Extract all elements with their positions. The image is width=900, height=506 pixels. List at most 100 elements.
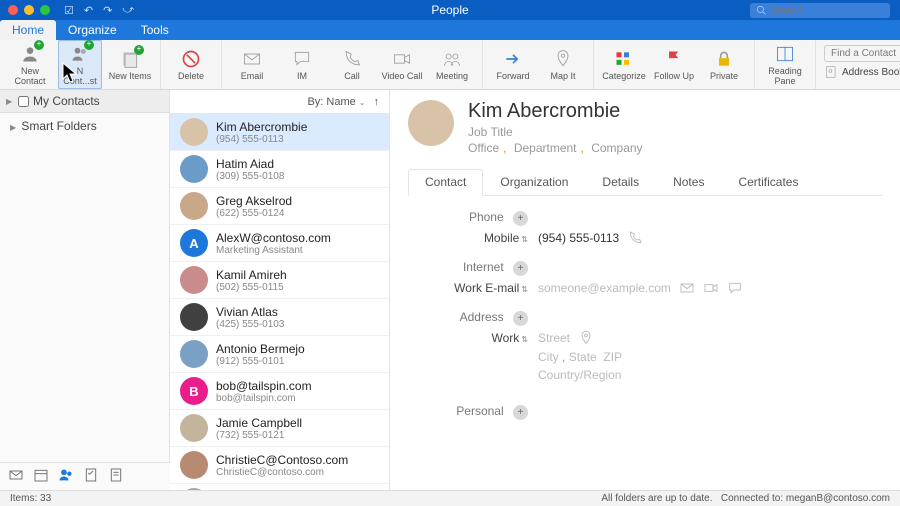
mail-module-button[interactable] [8,467,24,486]
ribbon: + New Contact + NCont...st + New Items D… [0,40,900,90]
save-icon[interactable]: ☑ [64,4,74,17]
tasks-module-button[interactable] [83,467,99,486]
street-value[interactable]: Street [538,331,570,345]
avatar [180,155,208,183]
redo-icon[interactable]: ↷ [103,4,112,17]
contact-job-title[interactable]: Job Title [468,125,643,139]
undo-icon[interactable]: ↶ [84,4,93,17]
people-module-button[interactable] [58,467,74,486]
sort-direction-button[interactable]: ↑ [374,96,380,108]
avatar [180,451,208,479]
chat-icon [292,49,312,69]
contact-row[interactable]: Kim Abercrombie (954) 555-0113 [170,114,389,151]
window-controls[interactable] [8,5,50,15]
contact-sub: (912) 555-0101 [216,356,305,367]
contact-org-line[interactable]: Office, Department, Company [468,141,643,155]
contact-row[interactable]: Hatim Aiad (309) 555-0108 [170,151,389,188]
add-personal-button[interactable]: + [513,405,528,420]
contact-row[interactable]: Greg Akselrod (622) 555-0124 [170,188,389,225]
contact-row[interactable]: A AlexW@contoso.com Marketing Assistant [170,225,389,262]
sync-icon[interactable]: ⤻ [122,4,134,17]
categorize-button[interactable]: Categorize [602,48,646,82]
contact-name: bob@tailspin.com [216,379,312,393]
im-button[interactable]: IM [280,48,324,82]
expand-icon[interactable]: ▶ [6,97,14,106]
global-search-input[interactable] [770,4,870,16]
meeting-button[interactable]: Meeting [430,48,474,82]
contact-name: Kim Abercrombie [216,120,307,134]
tab-notes[interactable]: Notes [656,169,721,195]
title-bar: ☑ ↶ ↷ ⤻ People [0,0,900,20]
contact-row[interactable]: Vivian Atlas (425) 555-0103 [170,299,389,336]
reading-pane-button[interactable]: Reading Pane [763,43,807,87]
private-button[interactable]: Private [702,48,746,82]
phone-action-icon[interactable] [627,230,643,246]
contact-sub: (425) 555-0103 [216,319,284,330]
delete-button[interactable]: Delete [169,48,213,82]
work-email-value[interactable]: someone@example.com [538,281,671,295]
contact-detail-pane: Kim Abercrombie Job Title Office, Depart… [390,90,900,490]
contact-name: AlexW@contoso.com [216,231,331,245]
video-call-button[interactable]: Video Call [380,48,424,82]
phone-icon [342,49,362,69]
email-action-icon[interactable] [679,280,695,296]
new-items-button[interactable]: + New Items [108,48,152,82]
sort-button[interactable]: By: Name ⌄ [307,96,365,108]
city-state-zip[interactable]: City , State ZIP [538,350,622,364]
contact-name[interactable]: Kim Abercrombie [468,100,643,123]
contact-row[interactable]: ChristieC@Contoso.com ChristieC@contoso.… [170,447,389,484]
contact-name: Jamie Campbell [216,416,302,430]
section-phone-label: Phone [469,210,504,224]
video-icon [392,49,412,69]
contact-row[interactable]: B bob@tailspin.com bob@tailspin.com [170,373,389,410]
mobile-field-label[interactable]: Mobile⇅ [408,231,538,245]
follow-up-button[interactable]: Follow Up [652,48,696,82]
tab-certificates[interactable]: Certificates [721,169,815,195]
my-contacts-checkbox[interactable] [18,96,29,107]
avatar [180,266,208,294]
detail-tabs: Contact Organization Details Notes Certi… [408,169,882,196]
tab-organization[interactable]: Organization [483,169,585,195]
map-action-icon[interactable] [578,330,594,346]
tab-contact[interactable]: Contact [408,169,483,196]
tab-organize[interactable]: Organize [56,20,129,40]
minimize-window-icon[interactable] [24,5,34,15]
tab-tools[interactable]: Tools [129,20,181,40]
tab-details[interactable]: Details [585,169,656,195]
chat-action-icon[interactable] [727,280,743,296]
work-email-field-label[interactable]: Work E-mail⇅ [408,281,538,295]
new-contact-button[interactable]: + New Contact [8,43,52,87]
my-contacts-folder[interactable]: ▶ My Contacts [0,90,169,113]
email-button[interactable]: Email [230,48,274,82]
address-book-button[interactable]: Address Book [824,65,900,79]
contact-row[interactable]: Kamil Amireh (502) 555-0115 [170,262,389,299]
close-window-icon[interactable] [8,5,18,15]
call-button[interactable]: Call [330,48,374,82]
smart-folders[interactable]: ▶ Smart Folders [0,113,169,139]
maximize-window-icon[interactable] [40,5,50,15]
contact-sub: (732) 555-0121 [216,430,302,441]
mobile-value[interactable]: (954) 555-0113 [538,231,619,245]
contact-row[interactable]: Antonio Bermejo (912) 555-0101 [170,336,389,373]
add-phone-button[interactable]: + [513,211,528,226]
calendar-module-button[interactable] [33,467,49,486]
add-address-button[interactable]: + [513,311,528,326]
map-it-button[interactable]: Map It [541,48,585,82]
contact-avatar[interactable] [408,100,454,146]
reading-pane-icon [775,44,795,64]
work-address-field-label[interactable]: Work⇅ [408,331,538,345]
forward-button[interactable]: Forward [491,48,535,82]
country-value[interactable]: Country/Region [538,368,621,382]
contact-row[interactable]: Jamie Campbell (732) 555-0121 [170,410,389,447]
global-search[interactable] [750,3,890,18]
expand-icon[interactable]: ▶ [10,123,18,132]
tab-home[interactable]: Home [0,20,56,40]
find-a-contact-input[interactable]: Find a Contact [824,45,900,62]
video-action-icon[interactable] [703,280,719,296]
status-bar: Items: 33 All folders are up to date. Co… [0,490,900,506]
add-internet-button[interactable]: + [513,261,528,276]
notes-module-button[interactable] [108,467,124,486]
address-book-icon [824,65,838,79]
new-contact-list-button[interactable]: + NCont...st [58,40,102,90]
chevron-updown-icon: ⇅ [521,285,528,294]
